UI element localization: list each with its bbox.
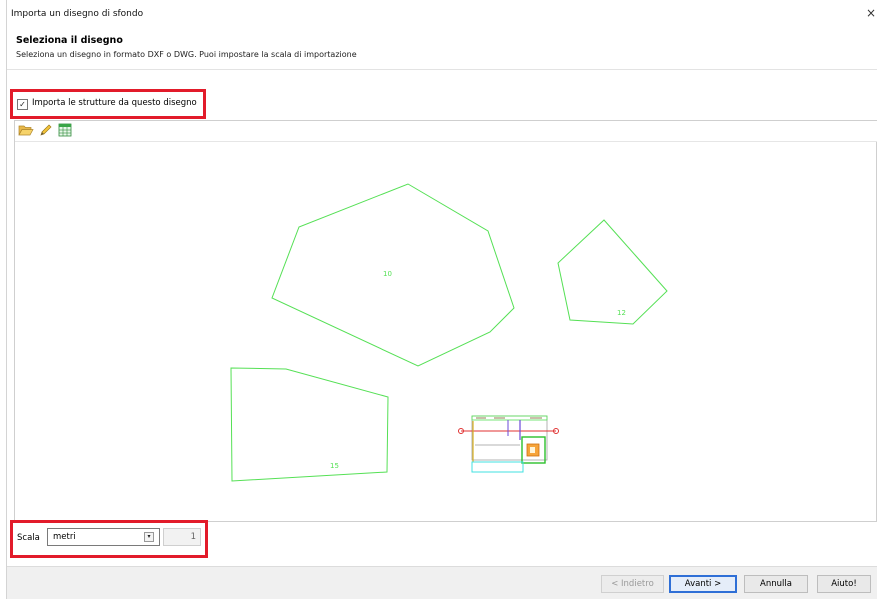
header-divider <box>7 69 877 70</box>
structure-shape-10 <box>271 183 515 367</box>
close-icon[interactable]: × <box>866 6 876 20</box>
structure-shape-12 <box>557 219 668 325</box>
import-structures-label[interactable]: Importa le strutture da questo disegno <box>32 98 197 108</box>
floor-plan-block <box>458 415 559 473</box>
scale-value-field[interactable]: 1 <box>163 528 201 546</box>
cancel-button[interactable]: Annulla <box>744 575 808 593</box>
structure-label-12: 12 <box>617 309 626 317</box>
scale-unit-value: metri <box>53 532 76 542</box>
page-subtitle: Seleziona un disegno in formato DXF o DW… <box>16 50 357 59</box>
import-structures-checkbox[interactable]: ✓ <box>17 99 28 110</box>
chevron-down-icon[interactable]: ▾ <box>144 532 154 542</box>
next-button[interactable]: Avanti > <box>669 575 737 593</box>
help-button[interactable]: Aiuto! <box>817 575 871 593</box>
pencil-edit-icon[interactable] <box>38 123 54 137</box>
window-title: Importa un disegno di sfondo <box>11 9 144 19</box>
scale-unit-dropdown[interactable]: metri ▾ <box>47 528 160 546</box>
structure-shape-15 <box>230 367 389 482</box>
preview-toolbar <box>15 121 877 141</box>
drawing-canvas[interactable]: 10 12 15 <box>15 142 877 520</box>
spreadsheet-icon[interactable] <box>57 123 73 137</box>
scale-label: Scala <box>17 533 40 543</box>
structure-label-15: 15 <box>330 462 339 470</box>
back-button[interactable]: < Indietro <box>601 575 664 593</box>
folder-open-icon[interactable] <box>18 123 34 137</box>
structure-label-10: 10 <box>383 270 392 278</box>
page-title: Seleziona il disegno <box>16 35 123 46</box>
window-left-border <box>6 0 7 599</box>
